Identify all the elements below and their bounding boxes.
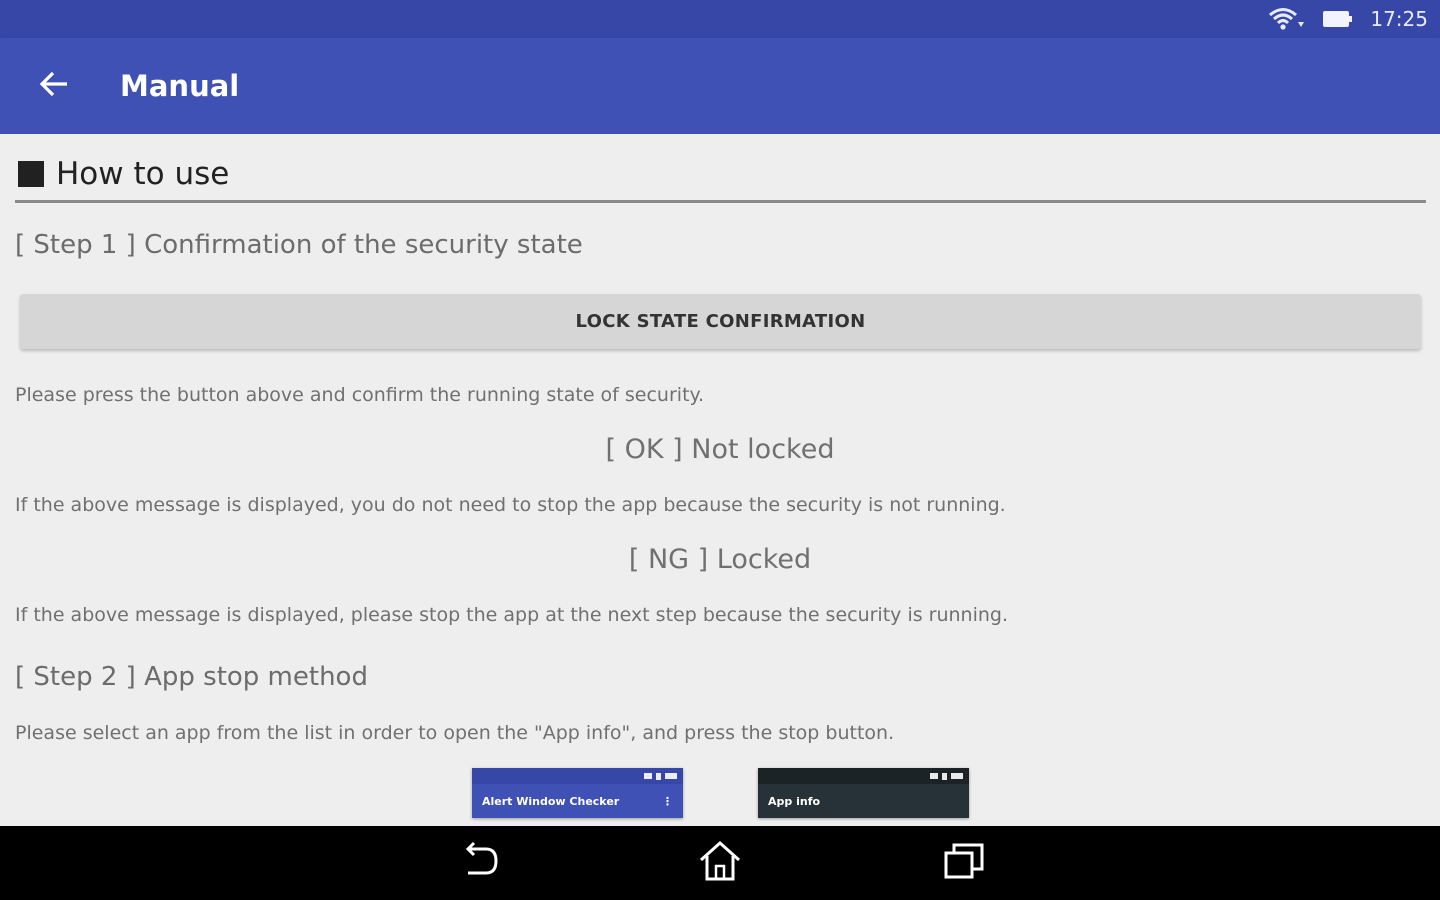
screenshot-alert-window-checker: Alert Window Checker ⋮ [472,768,683,818]
step1-instruction: Please press the button above and confir… [15,384,705,406]
back-icon [456,841,500,885]
thumb-app-bar: App info [758,784,969,818]
back-button[interactable] [26,64,82,108]
thumb-status-bar [758,768,969,784]
home-icon [698,840,742,886]
step2-title: [ Step 2 ] App stop method [15,662,368,692]
battery-icon [1322,8,1354,30]
screenshot-app-info: App info [758,768,969,818]
section-title: How to use [56,156,230,192]
nav-home-button[interactable] [690,840,750,886]
ng-result-label: [ NG ] Locked [628,544,812,575]
more-vert-icon: ⋮ [662,794,673,808]
thumb-title: App info [768,794,821,808]
step2-instruction: Please select an app from the list in or… [15,722,895,744]
section-header: How to use [18,154,229,194]
page-title: Manual [120,69,240,103]
lock-state-confirmation-button[interactable]: LOCK STATE CONFIRMATION [20,294,1421,349]
status-time: 17:25 [1370,7,1428,31]
ok-result-label: [ OK ] Not locked [605,434,835,465]
ng-description: If the above message is displayed, pleas… [15,604,1009,626]
navigation-bar [0,826,1440,900]
nav-recents-button[interactable] [934,840,994,886]
status-bar: 17:25 [0,0,1440,38]
step1-title: [ Step 1 ] Confirmation of the security … [15,230,583,260]
section-bullet-icon [18,161,44,187]
nav-back-button[interactable] [448,840,508,886]
thumb-app-bar: Alert Window Checker ⋮ [472,784,683,818]
thumb-title: Alert Window Checker [482,794,620,808]
status-icons: 17:25 [1266,0,1428,38]
manual-content[interactable]: How to use [ Step 1 ] Confirmation of th… [0,134,1440,826]
section-divider [15,200,1426,203]
arrow-left-icon [39,71,69,101]
recents-icon [942,841,986,885]
ok-description: If the above message is displayed, you d… [15,494,1006,516]
app-bar: Manual [0,38,1440,134]
wifi-icon [1266,6,1306,32]
thumb-status-bar [472,768,683,784]
